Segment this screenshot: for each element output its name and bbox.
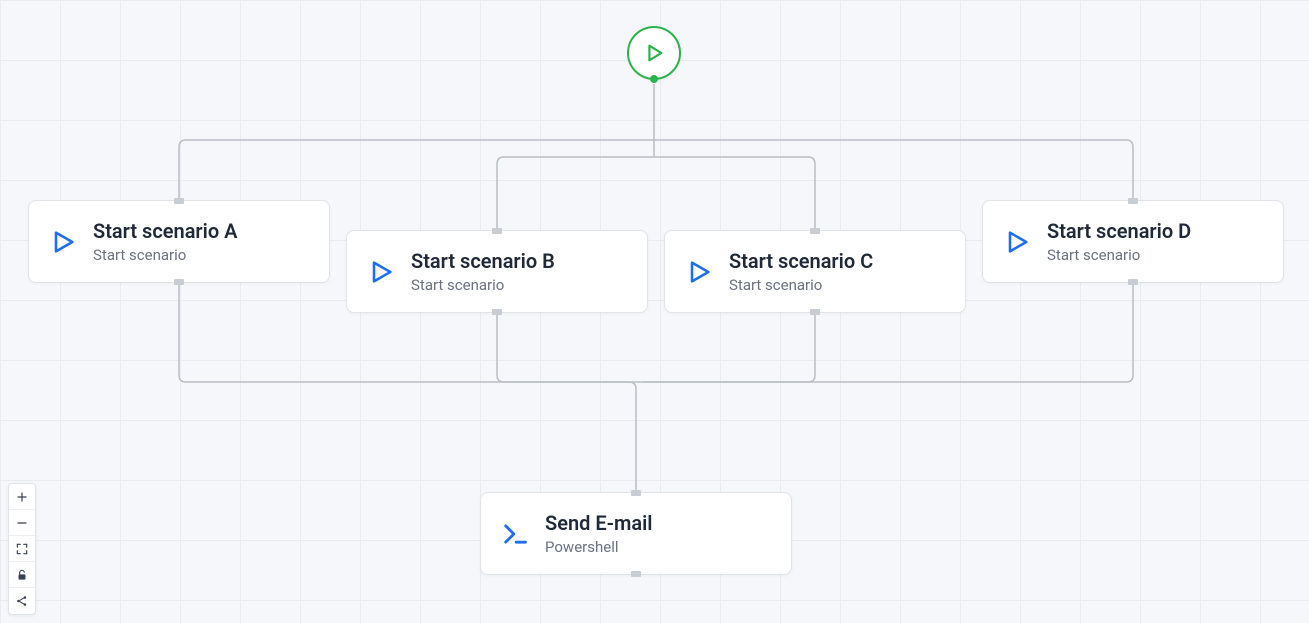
node-subtitle: Start scenario [411,276,555,294]
play-icon [643,42,665,64]
connector-handle[interactable] [1128,279,1138,285]
share-icon [15,594,29,608]
zoom-in-button[interactable] [9,484,35,510]
zoom-out-button[interactable] [9,510,35,536]
node-subtitle: Start scenario [93,246,237,264]
node-title: Start scenario B [411,249,555,274]
play-icon [49,228,77,256]
connector-handle[interactable] [174,198,184,204]
node-title: Start scenario A [93,219,237,244]
connector-handle[interactable] [1128,198,1138,204]
connector-handle[interactable] [631,490,641,496]
lock-button[interactable] [9,562,35,588]
node-subtitle: Start scenario [729,276,873,294]
connector-handle[interactable] [174,279,184,285]
node-start-scenario-b[interactable]: Start scenario B Start scenario [346,230,648,313]
connector-handle[interactable] [810,309,820,315]
node-subtitle: Powershell [545,538,653,556]
node-start-scenario-d[interactable]: Start scenario D Start scenario [982,200,1284,283]
node-title: Start scenario D [1047,219,1191,244]
node-title: Send E-mail [545,511,653,536]
workflow-canvas[interactable]: Start scenario A Start scenario Start sc… [0,0,1309,623]
start-node[interactable] [627,26,681,80]
start-connector-dot [650,75,658,83]
connector-handle[interactable] [810,228,820,234]
connector-handle[interactable] [631,571,641,577]
node-start-scenario-c[interactable]: Start scenario C Start scenario [664,230,966,313]
share-button[interactable] [9,588,35,614]
node-start-scenario-a[interactable]: Start scenario A Start scenario [28,200,330,283]
lock-icon [15,568,29,582]
terminal-icon [501,520,529,548]
play-icon [1003,228,1031,256]
node-send-email[interactable]: Send E-mail Powershell [480,492,792,575]
minus-icon [15,516,29,530]
fit-view-button[interactable] [9,536,35,562]
play-icon [367,258,395,286]
plus-icon [15,490,29,504]
play-icon [685,258,713,286]
connector-handle[interactable] [492,228,502,234]
canvas-toolbar [8,483,36,615]
connector-handle[interactable] [492,309,502,315]
fullscreen-icon [15,542,29,556]
node-subtitle: Start scenario [1047,246,1191,264]
node-title: Start scenario C [729,249,873,274]
